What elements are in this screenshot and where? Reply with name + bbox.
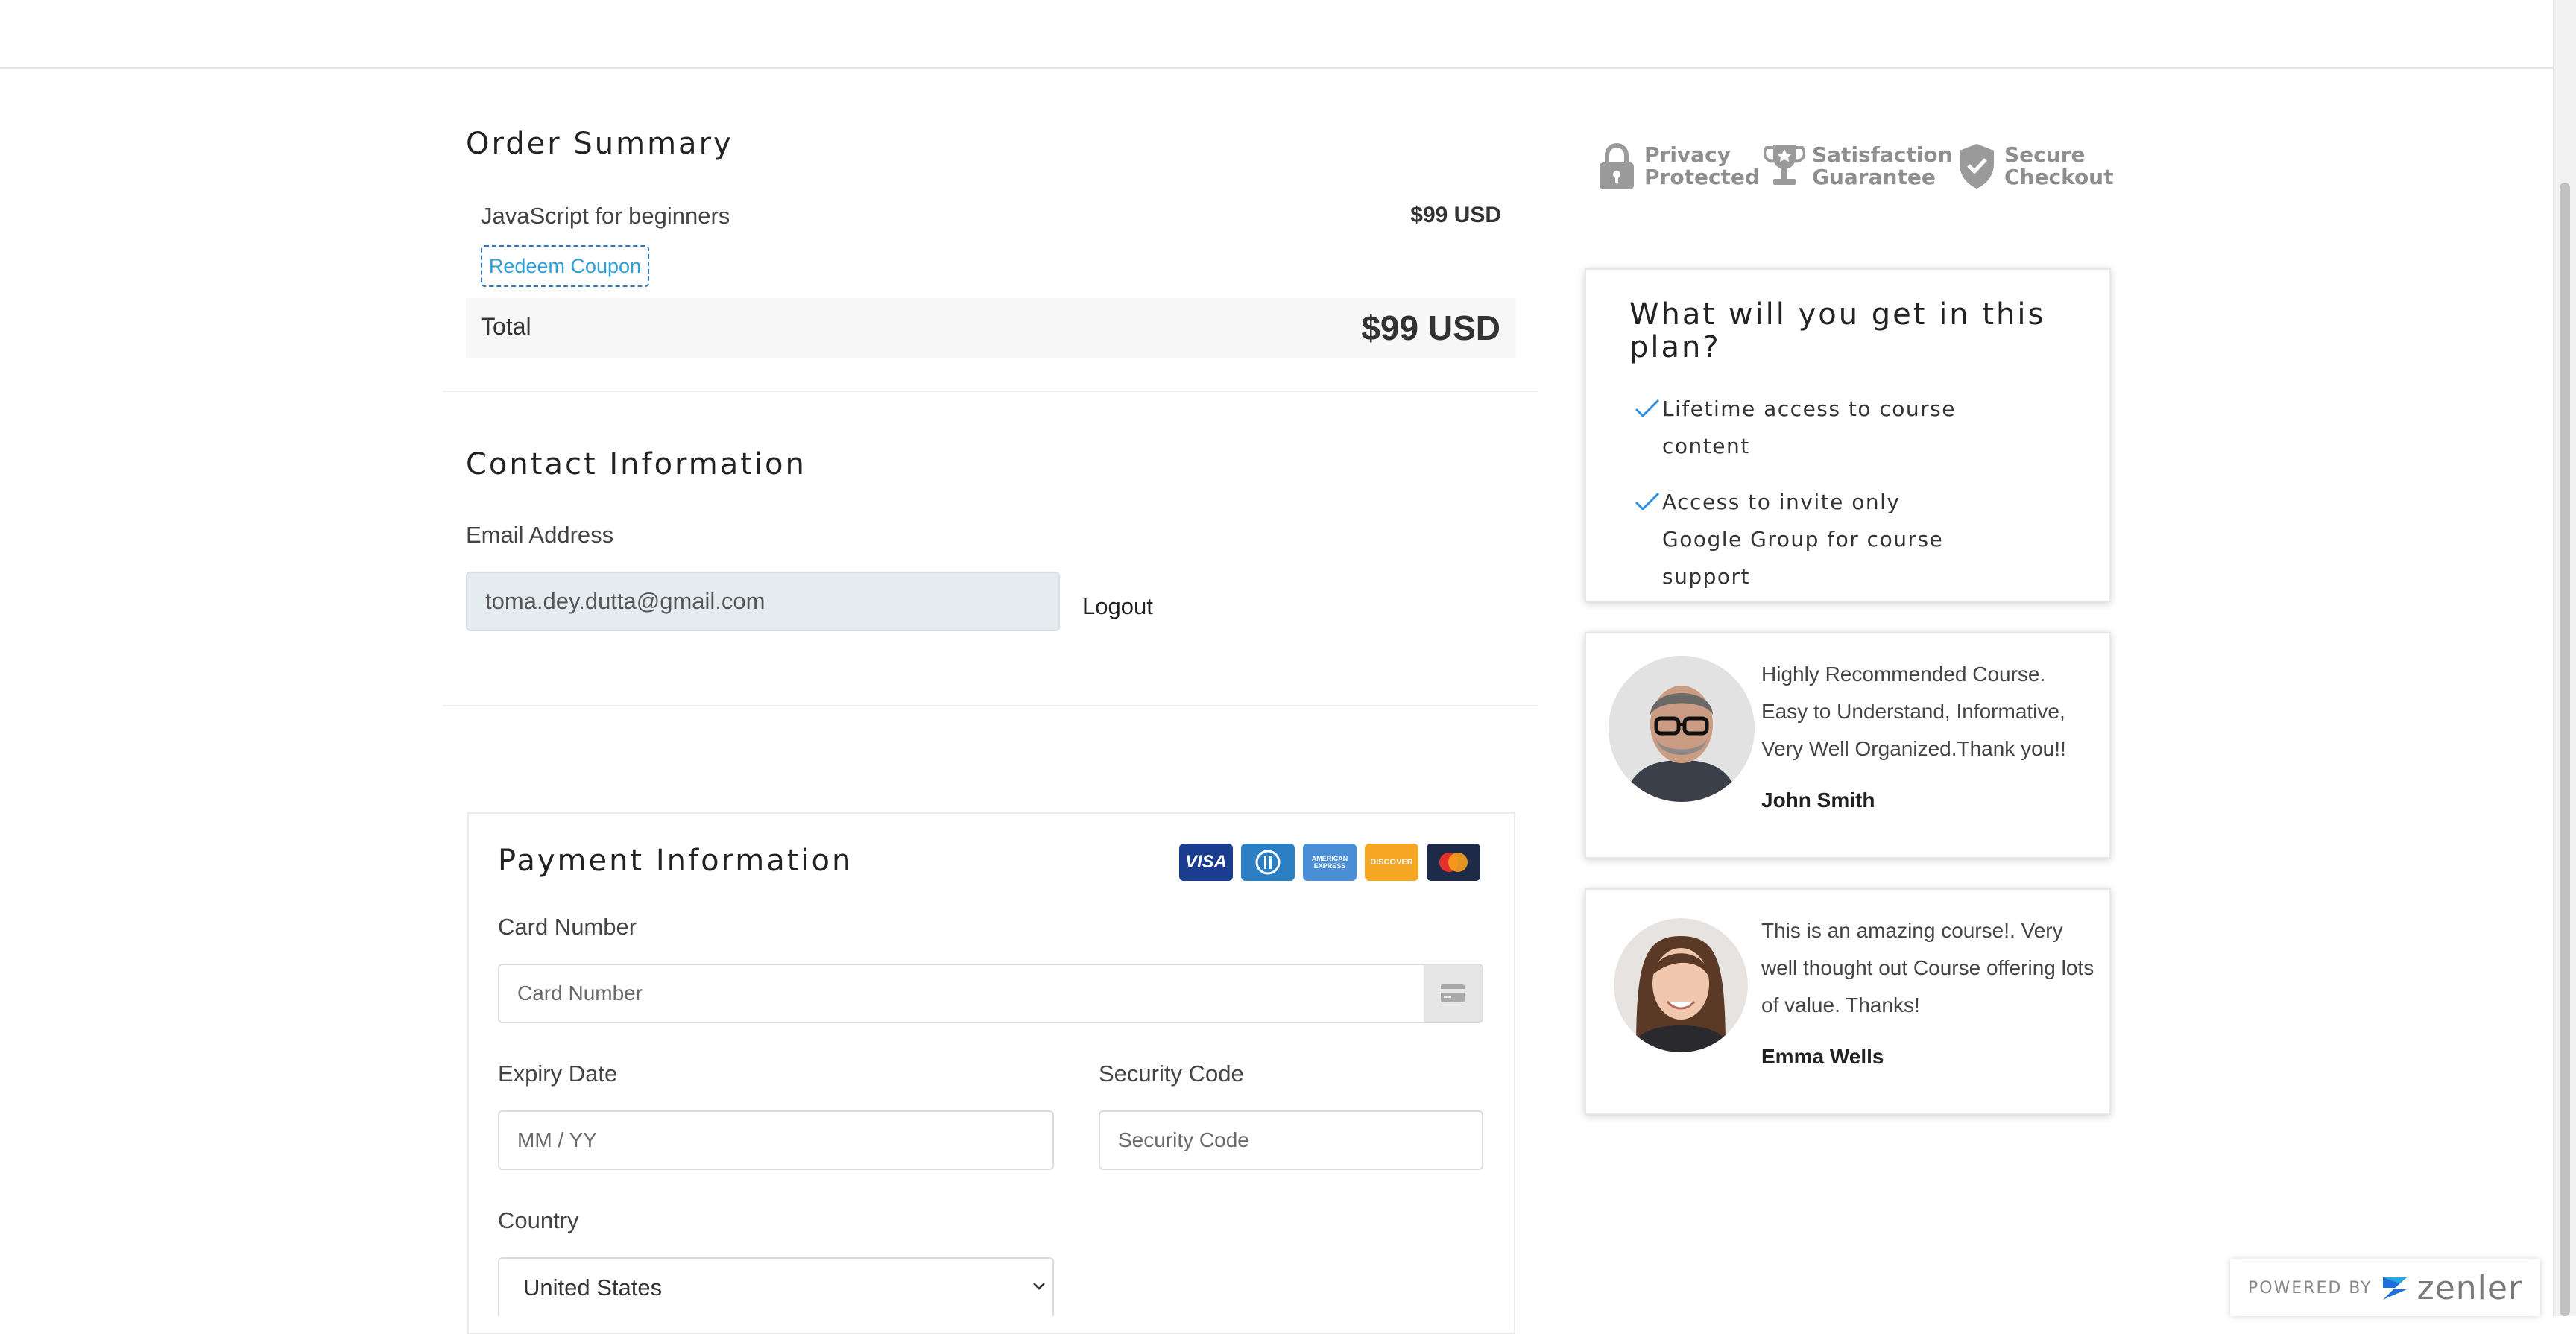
total-label: Total (481, 313, 531, 340)
reviewer-name: Emma Wells (1761, 1045, 1884, 1068)
email-label: Email Address (466, 522, 614, 548)
review-text: Highly Recommended Course. Easy to Under… (1761, 663, 2066, 760)
badge-line2: Guarantee (1812, 165, 1936, 189)
country-select[interactable]: United States (498, 1257, 1054, 1316)
powered-by-zenler-badge[interactable]: POWERED BY zenler (2230, 1259, 2540, 1316)
top-header-bar (0, 0, 2554, 69)
card-number-label: Card Number (498, 914, 637, 940)
total-value: $99 USD (1361, 309, 1500, 347)
visa-card-icon: VISA (1179, 844, 1233, 881)
amex-card-icon: AMERICAN EXPRESS (1303, 844, 1357, 881)
zenler-logo-icon (2382, 1277, 2407, 1300)
chevron-down-icon (1033, 1283, 1045, 1290)
payment-panel (467, 812, 1515, 1334)
expiry-date-input[interactable]: MM / YY (498, 1110, 1054, 1170)
divider (443, 391, 1538, 392)
plan-item-text: Lifetime access to course content (1662, 396, 1956, 458)
powered-by-label: POWERED BY (2247, 1278, 2373, 1297)
badge-line2: Protected (1644, 165, 1760, 189)
zenler-brand-text: zenler (2416, 1268, 2523, 1307)
total-row: Total $99 USD (466, 298, 1515, 358)
product-name: JavaScript for beginners (481, 203, 730, 229)
checkmark-icon (1635, 399, 1660, 418)
plan-heading: What will you get in this plan? (1629, 297, 2046, 364)
divider (443, 705, 1538, 706)
redeem-coupon-button[interactable]: Redeem Coupon (481, 245, 649, 287)
lock-icon (1600, 143, 1634, 189)
review-text: This is an amazing course!. Very well th… (1761, 919, 2094, 1017)
mastercard-card-icon (1427, 844, 1480, 881)
badge-line1: Secure (2004, 142, 2086, 167)
order-summary-heading: Order Summary (466, 127, 733, 161)
security-code-input[interactable]: Security Code (1099, 1110, 1483, 1170)
logout-link[interactable]: Logout (1082, 593, 1153, 620)
credit-card-icon (1424, 964, 1483, 1023)
satisfaction-guarantee-badge: Satisfaction Guarantee (1764, 142, 1953, 191)
privacy-protected-badge: Privacy Protected (1597, 142, 1760, 191)
diners-club-card-icon (1241, 844, 1295, 881)
country-label: Country (498, 1207, 579, 1233)
secure-checkout-badge: Secure Checkout (1957, 142, 2114, 191)
avatar (1614, 918, 1748, 1052)
trophy-icon (1764, 145, 1805, 185)
expiry-date-label: Expiry Date (498, 1060, 618, 1087)
discover-card-icon: DISCOVER (1365, 844, 1418, 881)
page-scrollbar[interactable] (2553, 0, 2576, 1316)
badge-line1: Privacy (1644, 142, 1731, 167)
badge-line1: Satisfaction (1812, 142, 1953, 167)
shield-check-icon (1960, 144, 1994, 189)
email-field[interactable]: toma.dey.dutta@gmail.com (466, 572, 1060, 631)
plan-item: Lifetime access to course content (1634, 391, 1962, 465)
reviewer-name: John Smith (1761, 788, 1875, 812)
card-number-input[interactable]: Card Number (498, 964, 1425, 1023)
avatar (1609, 656, 1755, 802)
checkmark-icon (1635, 492, 1660, 511)
badge-line2: Checkout (2004, 165, 2114, 189)
scrollbar-thumb[interactable] (2560, 183, 2570, 1316)
product-price: $99 USD (1410, 203, 1501, 227)
payment-information-heading: Payment Information (498, 844, 853, 878)
plan-item-text: Access to invite only Google Group for c… (1662, 490, 1944, 589)
security-code-label: Security Code (1099, 1060, 1244, 1087)
country-select-value: United States (523, 1274, 663, 1300)
contact-information-heading: Contact Information (466, 447, 806, 481)
plan-item: Access to invite only Google Group for c… (1634, 484, 1962, 595)
